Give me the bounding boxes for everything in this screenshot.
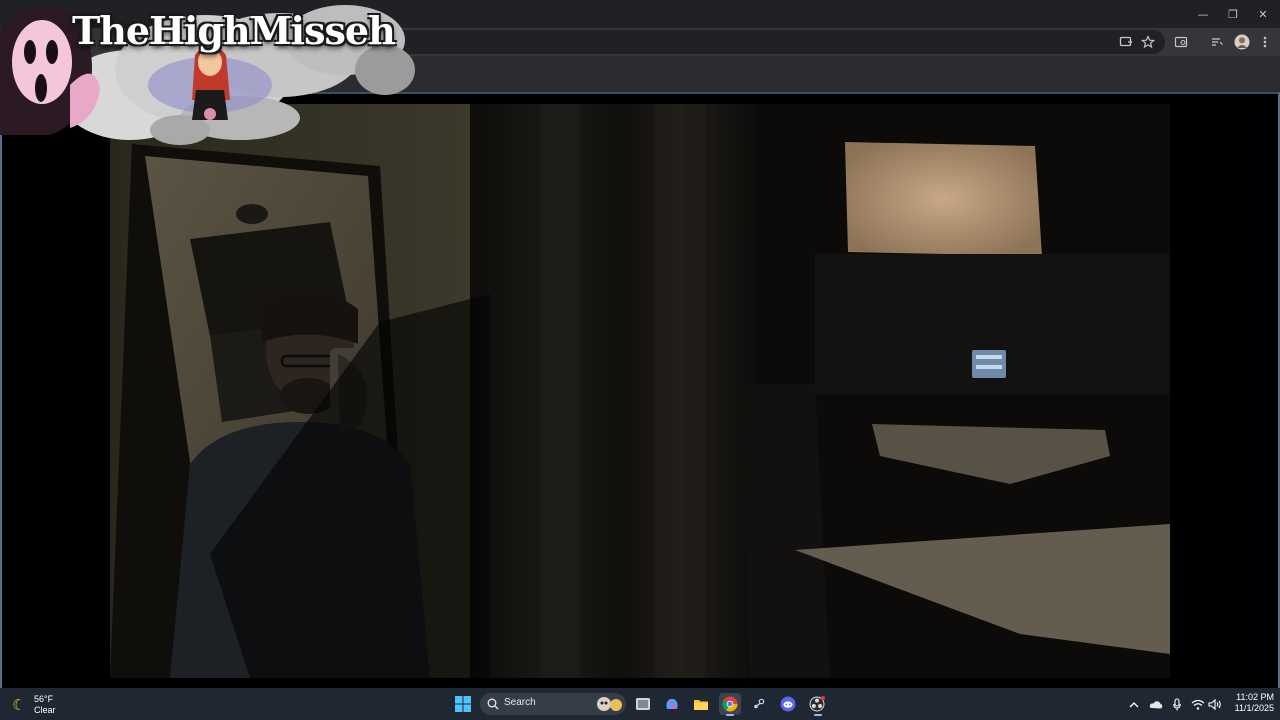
file-explorer-button[interactable] (690, 693, 712, 715)
steam-button[interactable] (748, 693, 770, 715)
discord-icon (780, 696, 796, 712)
install-icon[interactable] (1117, 33, 1135, 51)
task-view-icon (636, 698, 650, 710)
overlay-title: TheHighMisseh (72, 8, 396, 53)
steam-icon (751, 696, 767, 712)
stream-overlay-logo: TheHighMisseh (0, 0, 420, 150)
chrome-icon (722, 696, 738, 712)
chrome-button[interactable] (719, 693, 741, 715)
video-player[interactable] (110, 104, 1170, 678)
onedrive-icon[interactable] (1148, 695, 1164, 713)
clock-date: 11/1/2025 (1234, 703, 1274, 713)
obs-button[interactable] (806, 693, 828, 715)
profile-avatar[interactable] (1233, 33, 1251, 51)
obs-icon (809, 696, 825, 712)
copilot-icon (666, 699, 678, 709)
maximize-button[interactable]: ❐ (1216, 0, 1250, 28)
search-highlight-icon (597, 697, 622, 711)
moon-icon: ☾ (12, 696, 26, 714)
obs-active-indicator (814, 714, 822, 716)
discord-button[interactable] (777, 693, 799, 715)
search-icon (487, 698, 499, 710)
search-label: Search (504, 697, 536, 708)
wifi-icon[interactable] (1190, 695, 1206, 713)
weather-widget[interactable]: ☾ 56°F Clear (10, 692, 56, 718)
close-button[interactable]: ✕ (1246, 0, 1280, 28)
chrome-active-indicator (726, 714, 734, 716)
copilot-button[interactable] (661, 693, 683, 715)
weather-condition: Clear (34, 705, 56, 715)
start-button[interactable] (452, 693, 474, 715)
speaker-icon[interactable] (1207, 695, 1223, 713)
more-menu-icon[interactable] (1256, 33, 1274, 51)
video-frame (110, 104, 1170, 678)
microphone-icon[interactable] (1169, 695, 1185, 713)
weather-temperature: 56°F (34, 694, 54, 704)
chevron-up-icon[interactable] (1126, 695, 1142, 713)
taskbar-search[interactable]: Search (480, 693, 626, 715)
tab-search-icon[interactable] (1208, 33, 1226, 51)
taskbar-clock[interactable]: 11:02 PM 11/1/2025 (1224, 692, 1274, 714)
folder-icon (694, 700, 708, 710)
windows-logo-icon (455, 696, 471, 712)
star-icon[interactable] (1139, 33, 1157, 51)
task-view-button[interactable] (632, 693, 654, 715)
minimize-button[interactable]: — (1186, 0, 1220, 28)
address-bar[interactable] (330, 30, 1165, 54)
reading-mode-icon[interactable] (1172, 33, 1190, 51)
clock-time: 11:02 PM (1236, 692, 1274, 702)
